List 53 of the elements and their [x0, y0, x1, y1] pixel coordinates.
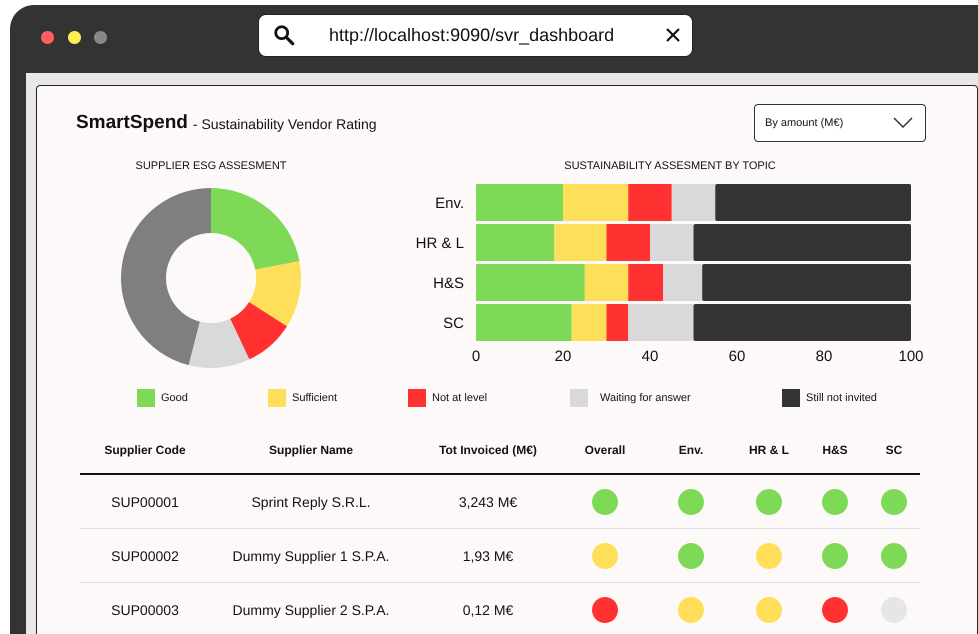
axis-tick-label: 40 [642, 348, 658, 365]
minimize-window-dot[interactable] [68, 31, 81, 44]
axis-tick-label: 0 [472, 348, 480, 365]
table-cell: Sprint Reply S.R.L. [251, 494, 371, 510]
legend-swatch [570, 389, 588, 407]
category-label: Env. [435, 195, 464, 212]
table-cell: Dummy Supplier 2 S.P.A. [232, 602, 390, 618]
table-cell: Dummy Supplier 1 S.P.A. [232, 548, 390, 564]
table-cell: SUP00002 [111, 548, 179, 564]
column-header: SC [886, 442, 902, 456]
table-cell: SUP00001 [111, 494, 179, 510]
legend-label: Still not invited [806, 392, 877, 404]
bar-segment [628, 264, 664, 301]
category-label: H&S [433, 275, 464, 292]
legend-swatch [408, 389, 426, 407]
column-header: H&S [822, 442, 848, 456]
close-icon[interactable] [666, 28, 680, 42]
column-header: Tot Invoiced (M€) [439, 442, 537, 456]
legend-label: Waiting for answer [600, 392, 691, 404]
table-cell: 0,12 M€ [462, 602, 514, 618]
page-subtitle: - Sustainability Vendor Rating [192, 116, 378, 132]
donut-slice [230, 302, 287, 360]
axis-tick-label: 20 [554, 348, 572, 365]
brand-title: SmartSpend [76, 112, 188, 134]
url-text: http://localhost:9090/svr_dashboard [329, 24, 616, 46]
legend-swatch [268, 389, 286, 407]
legend-label: Good [161, 392, 188, 404]
column-header: Overall [584, 442, 626, 456]
table-cell: SUP00003 [111, 602, 179, 618]
axis-tick-label: 100 [898, 348, 924, 365]
column-header: Env. [678, 442, 704, 456]
maximize-window-dot[interactable] [94, 31, 107, 44]
chevron-down-icon [893, 117, 913, 129]
bar-segment [606, 224, 650, 261]
column-header: HR & L [749, 442, 789, 456]
legend-swatch [782, 389, 800, 407]
category-label: SC [443, 315, 464, 332]
category-label: HR & L [416, 235, 464, 252]
table-cell: 3,243 M€ [458, 494, 518, 510]
legend-label: Sufficient [292, 392, 338, 404]
axis-tick-label: 80 [816, 348, 832, 365]
column-header: Supplier Code [104, 442, 186, 456]
table-cell: 1,93 M€ [462, 548, 514, 564]
address-bar[interactable]: http://localhost:9090/svr_dashboard [258, 14, 693, 56]
legend-label: Not at level [432, 392, 488, 404]
axis-tick-label: 60 [728, 348, 746, 365]
amount-dropdown[interactable]: By amount (M€) [754, 104, 926, 142]
legend-swatch [137, 389, 155, 407]
column-header: Supplier Name [268, 442, 354, 456]
search-icon [273, 24, 295, 46]
chart-title: SUSTAINABILITY ASSESMENT BY TOPIC [563, 160, 777, 172]
chart-title: SUPPLIER ESG ASSESMENT [136, 160, 286, 172]
close-window-dot[interactable] [41, 31, 54, 44]
